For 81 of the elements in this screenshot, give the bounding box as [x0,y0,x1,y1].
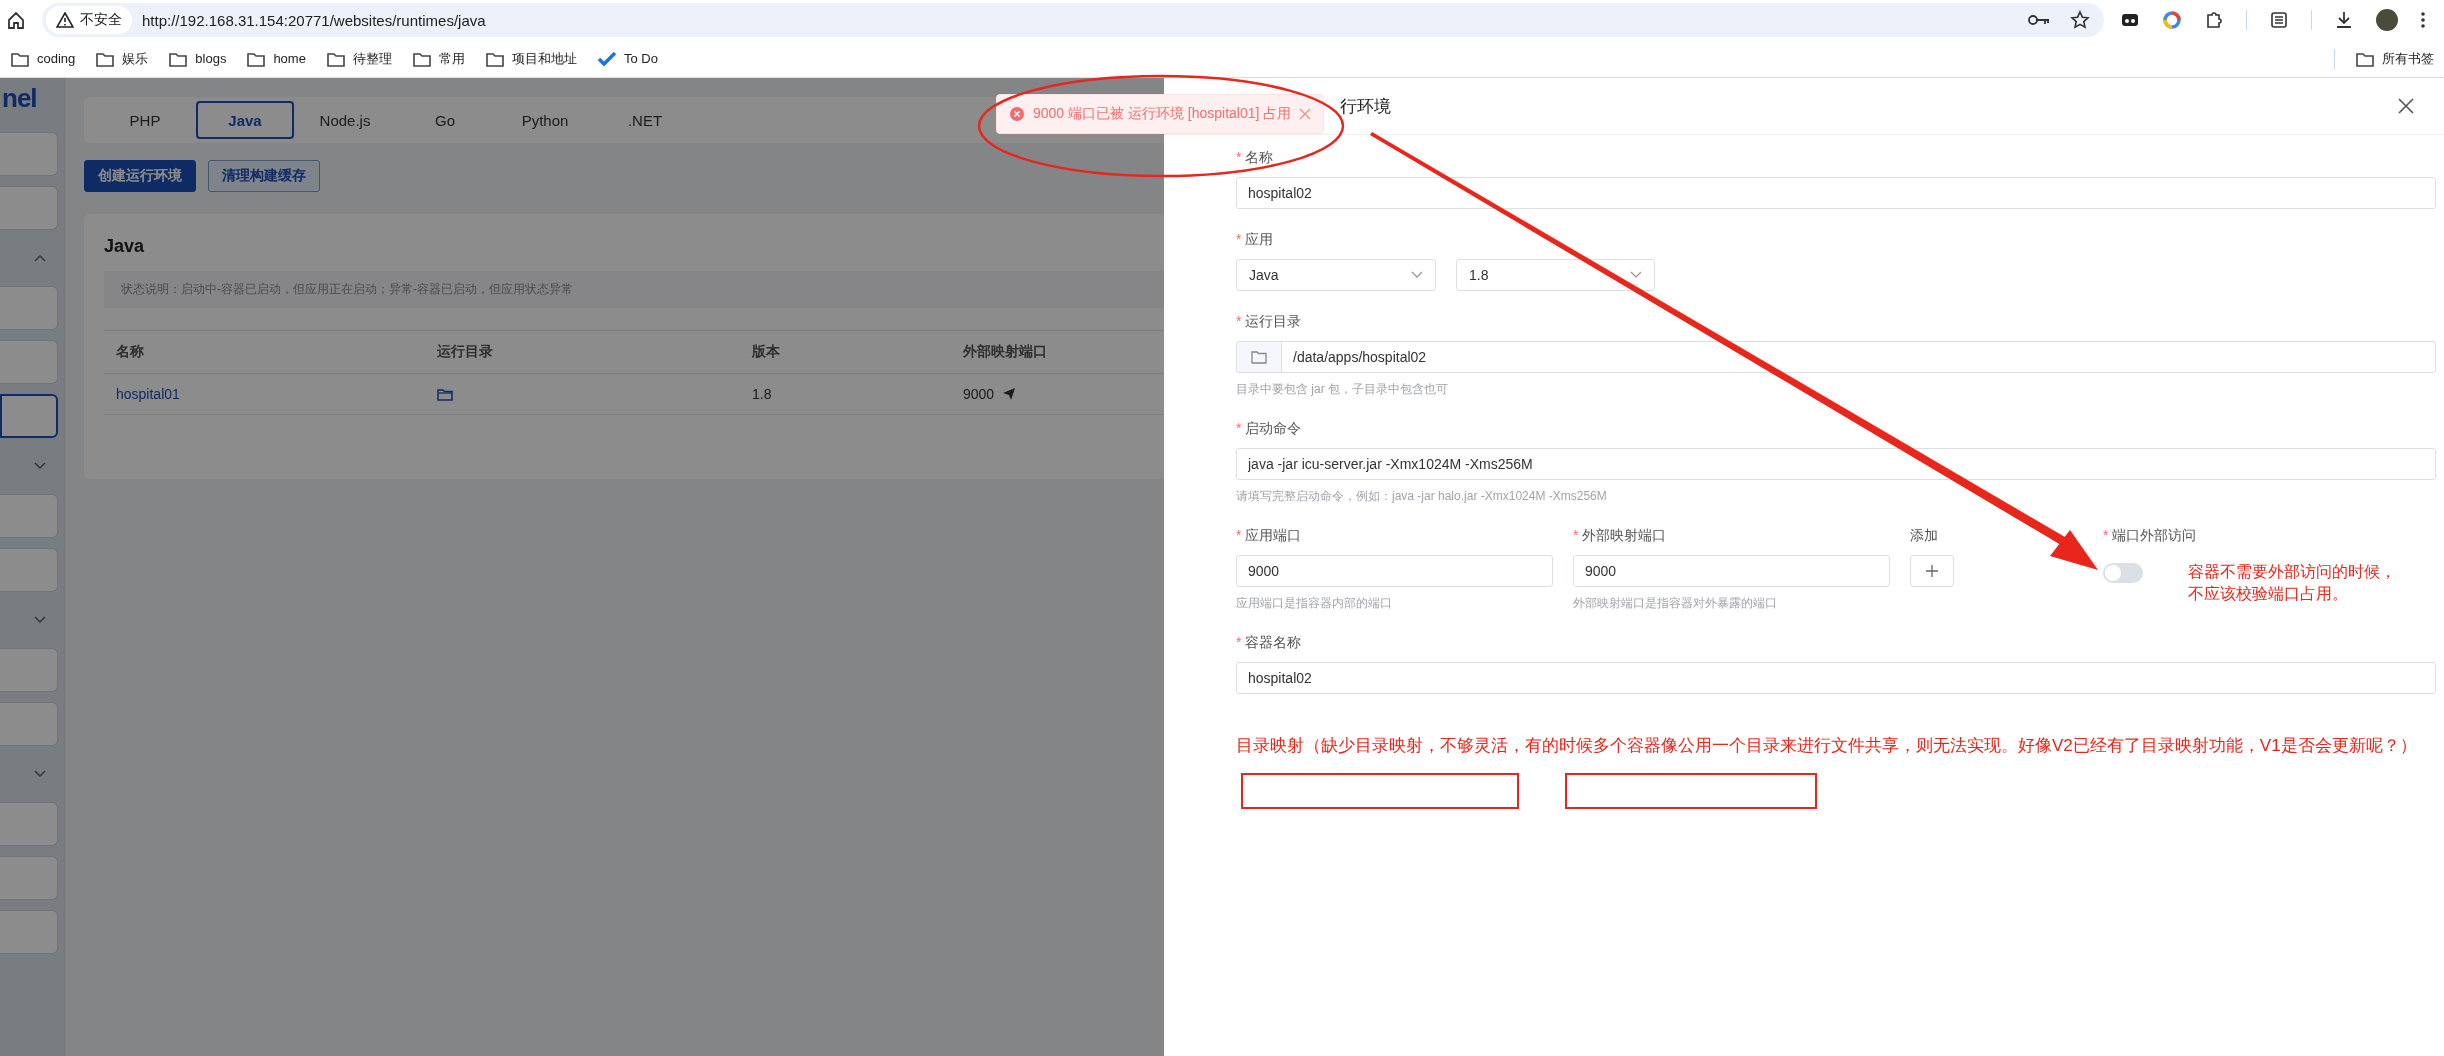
field-label: * 外部映射端口 [1573,527,1668,545]
bookmark[interactable]: blogs [168,49,227,68]
bookmark[interactable]: 娱乐 [95,49,149,68]
action-button[interactable]: 清理构建缓存 [208,160,320,192]
chevron-icon [34,616,46,624]
tab[interactable]: Java [196,101,294,139]
drawer-title: 行环境 [1340,95,1391,118]
tab[interactable]: Node.js [296,101,394,139]
chevron-icon [34,462,46,470]
help-text: 请填写完整启动命令，例如：java -jar halo.jar -Xmx1024M -Xms256M [1236,488,1608,505]
annotation-note: 容器不需要外部访问的时候， [2188,562,2396,582]
security-chip[interactable]: 不安全 [46,6,132,34]
table-cell: 1.8 [740,374,951,415]
bookmark[interactable]: home [246,49,306,68]
help-text: 外部映射端口是指容器对外暴露的端口 [1573,595,1778,612]
security-label: 不安全 [80,11,122,29]
star-icon[interactable] [2070,10,2090,30]
help-text: 应用端口是指容器内部的端口 [1236,595,1393,612]
card-title: Java [104,236,145,257]
chevron-icon [34,254,46,262]
menu-item[interactable] [0,394,58,438]
toast-message: 9000 端口已被 运行环境 [hospital01] 占用 [1033,105,1292,123]
action-button[interactable]: 创建运行环境 [84,160,196,192]
field-label: * 应用 [1236,231,1275,249]
column-header: 名称 [104,331,425,374]
tab[interactable]: .NET [596,101,694,139]
field-label: * 容器名称 [1236,634,1303,652]
close-icon[interactable] [2398,98,2414,114]
warning-icon [56,12,74,28]
puzzle-icon[interactable] [2204,10,2224,30]
input-field[interactable]: java -jar icu-server.jar -Xmx1024M -Xms256M [1236,448,2436,480]
select-field[interactable]: Java [1236,259,1436,291]
field-label: * 名称 [1236,149,1275,167]
field-label: * 运行目录 [1236,313,1303,331]
url-text: http://192.168.31.154:20771/websites/runtimes/java [142,11,486,29]
runtime-name-link[interactable]: hospital01 [104,374,425,415]
bookmark[interactable]: 常用 [411,49,465,68]
bookmark[interactable]: 项目和地址 [484,49,577,68]
ring-icon[interactable] [2162,10,2182,30]
address-bar[interactable]: 不安全 http://192.168.31.154:20771/websites/runtimes/java [42,3,2104,37]
key-icon[interactable] [2028,13,2050,27]
tab[interactable]: Go [396,101,494,139]
field-label: * 应用端口 [1236,527,1303,545]
folder-icon [1251,350,1267,364]
help-text: 目录中要包含 jar 包，子目录中包含也可 [1236,381,1449,398]
input-field[interactable]: hospital02 [1236,662,2436,694]
send-icon[interactable] [1002,387,1017,401]
field-label: 添加 [1910,527,1939,545]
bookmark[interactable]: coding [10,49,76,68]
more-icon[interactable] [2420,10,2426,30]
column-header: 版本 [740,331,951,374]
error-icon [1009,106,1025,122]
profile-avatar[interactable] [2376,9,2398,31]
input-field[interactable]: hospital02 [1236,177,2436,209]
reading-list-icon[interactable] [2269,10,2289,30]
input-field[interactable]: 9000 [1236,555,1553,587]
tab[interactable]: PHP [96,101,194,139]
bookmark[interactable]: 所有书签 [2355,49,2434,68]
input-field[interactable]: 9000 [1573,555,1890,587]
checkmark-icon [596,49,617,68]
chevron-icon [1630,271,1642,279]
logo-text: nel [2,82,37,115]
home-icon[interactable] [6,10,26,30]
toggle-switch[interactable] [2103,563,2143,583]
bookmark[interactable]: To Do [596,49,658,68]
field-label: * 端口外部访问 [2103,527,2198,545]
plus-icon [1926,565,1938,577]
column-header: 运行目录 [425,331,740,374]
table-cell: 9000 [963,386,995,402]
add-button[interactable] [1910,555,1954,587]
chevron-icon [1411,271,1423,279]
tab[interactable]: Python [496,101,594,139]
bookmark[interactable]: 待整理 [325,49,392,68]
chevron-icon [34,770,46,778]
annotation-note: 不应该校验端口占用。 [2188,584,2349,604]
field-label: * 启动命令 [1236,420,1303,438]
input-field[interactable]: /data/apps/hospital02 [1282,341,2436,373]
download-icon[interactable] [2334,10,2354,30]
folder-button[interactable] [1236,341,1282,373]
folder-icon[interactable] [437,387,453,401]
annotation-note: 目录映射（缺少目录映射，不够灵活，有的时候多个容器像公用一个目录来进行文件共享，则无法实现。好像V2已经有了目录映射功能，V1是否会更新呢？） [1236,735,2417,757]
